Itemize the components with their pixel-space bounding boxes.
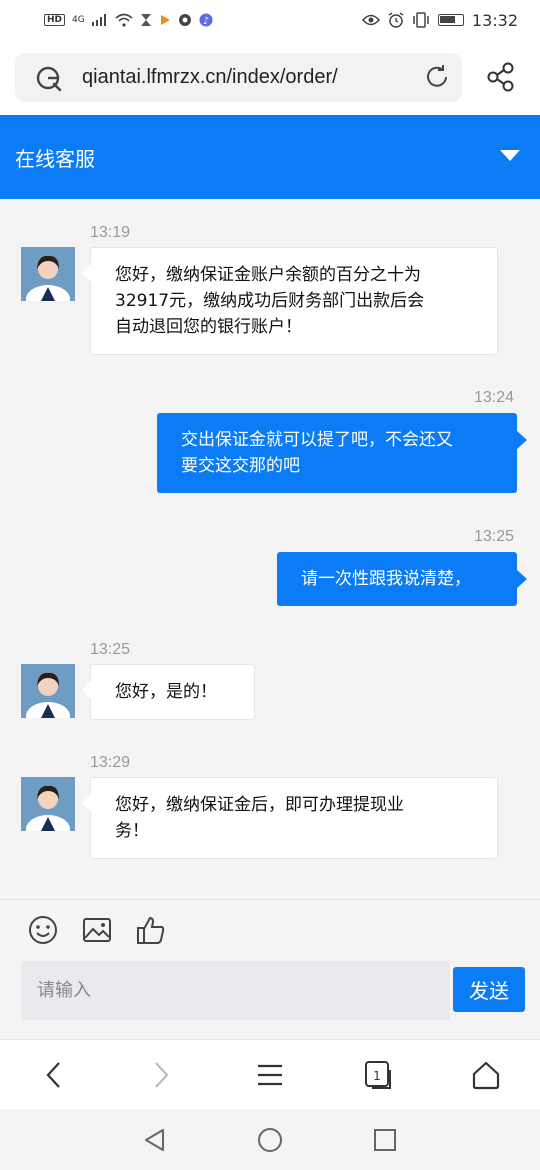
hourglass-icon — [140, 14, 151, 26]
network-type: 4G — [72, 15, 85, 25]
video-icon — [160, 15, 170, 25]
message-line: 务！ — [115, 821, 149, 841]
message-line: 您好，是的！ — [115, 682, 217, 702]
recents-square-icon[interactable] — [371, 1126, 399, 1154]
send-button[interactable]: 发送 — [453, 967, 525, 1012]
message-line: 请一次性跟我说清楚， — [301, 569, 471, 589]
reload-icon[interactable] — [424, 64, 450, 90]
url-text[interactable]: qiantai.lfmrzx.cn/index/order/ — [82, 66, 412, 89]
page-title: 在线客服 — [15, 146, 95, 171]
share-icon[interactable] — [486, 62, 516, 92]
battery-icon — [437, 14, 464, 26]
message-input[interactable] — [21, 961, 450, 1020]
status-bar: HD 4G ♪ 13:32 — [0, 0, 540, 40]
thumbs-up-icon[interactable] — [135, 914, 167, 946]
message-line: 32917元，缴纳成功后财务部门出款后会 — [115, 291, 425, 311]
status-time: 13:32 — [471, 10, 518, 30]
message-time: 13:19 — [90, 224, 131, 241]
back-icon[interactable] — [36, 1057, 72, 1093]
home-icon[interactable] — [468, 1057, 504, 1093]
back-triangle-icon[interactable] — [141, 1126, 169, 1154]
alarm-icon — [388, 12, 404, 28]
message-bubble: 交出保证金就可以提了吧，不会还又 要交这交那的吧 — [157, 413, 527, 493]
message-line: 自动退回您的银行账户！ — [115, 317, 302, 337]
app-icon — [178, 14, 191, 26]
url-field[interactable]: qiantai.lfmrzx.cn/index/order/ — [15, 53, 462, 102]
hd-badge: HD — [44, 14, 66, 26]
system-navigation — [0, 1109, 540, 1170]
composer: 发送 — [0, 899, 540, 1039]
message-time: 13:29 — [90, 754, 131, 771]
forward-icon[interactable] — [143, 1057, 179, 1093]
tab-count: 1 — [373, 1069, 381, 1083]
signal-icon — [91, 14, 106, 26]
wifi-icon — [115, 13, 133, 27]
browser-address-bar: qiantai.lfmrzx.cn/index/order/ — [0, 40, 540, 115]
vibrate-icon — [413, 12, 429, 28]
avatar[interactable] — [21, 247, 75, 301]
chevron-down-icon[interactable] — [500, 150, 520, 161]
message-time: 13:25 — [90, 641, 131, 658]
emoji-icon[interactable] — [27, 914, 59, 946]
image-icon[interactable] — [81, 914, 113, 946]
message-bubble: 您好，缴纳保证金后，即可办理提现业 务！ — [82, 777, 498, 859]
menu-icon[interactable] — [252, 1057, 288, 1093]
browser-toolbar: 1 — [0, 1039, 540, 1109]
message-time: 13:25 — [474, 528, 515, 545]
g-search-icon[interactable] — [34, 64, 62, 92]
message-bubble: 您好，是的！ — [82, 664, 255, 720]
music-icon: ♪ — [199, 13, 213, 27]
home-circle-icon[interactable] — [256, 1126, 284, 1154]
message-line: 您好，缴纳保证金后，即可办理提现业 — [115, 795, 404, 815]
svg-text:♪: ♪ — [203, 16, 209, 27]
tabs-icon[interactable]: 1 — [360, 1057, 396, 1093]
message-time: 13:24 — [474, 389, 515, 406]
message-bubble: 请一次性跟我说清楚， — [277, 552, 527, 606]
message-line: 您好，缴纳保证金账户余额的百分之十为 — [115, 265, 421, 285]
avatar[interactable] — [21, 664, 75, 718]
chat-messages[interactable]: 13:19 您好，缴纳保证金账户余额的百分之十为 32917元，缴纳成功后财务部… — [0, 199, 540, 899]
avatar[interactable] — [21, 777, 75, 831]
eye-icon — [361, 14, 380, 26]
message-line: 要交这交那的吧 — [181, 456, 300, 476]
message-line: 交出保证金就可以提了吧，不会还又 — [181, 430, 453, 450]
message-bubble: 您好，缴纳保证金账户余额的百分之十为 32917元，缴纳成功后财务部门出款后会 … — [82, 247, 498, 355]
chat-header: 在线客服 — [0, 115, 540, 199]
